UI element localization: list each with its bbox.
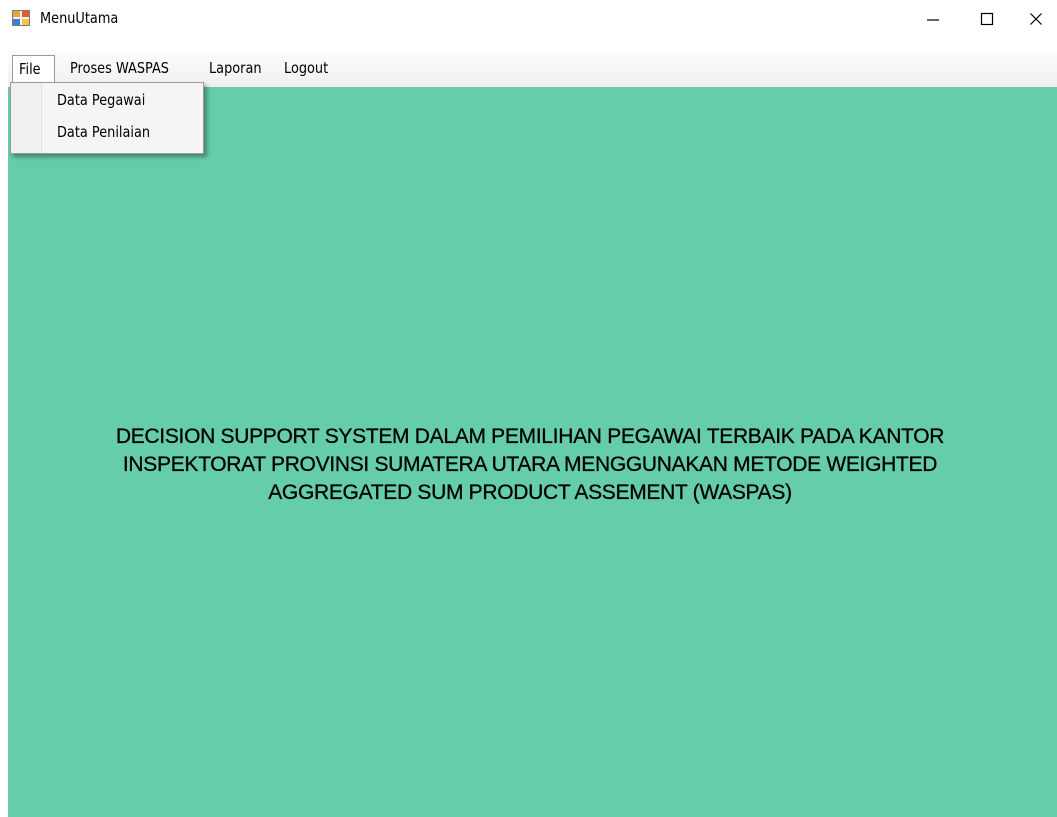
menu-logout[interactable]: Logout <box>278 55 341 83</box>
maximize-icon <box>980 12 994 26</box>
menu-item-data-penilaian[interactable]: Data Penilaian <box>57 123 150 141</box>
menu-laporan[interactable]: Laporan <box>203 55 276 83</box>
menu-file-label: File <box>19 60 41 78</box>
menu-proses-waspas[interactable]: Proses WASPAS <box>64 55 191 83</box>
file-dropdown-menu: Data Pegawai Data Penilaian <box>10 82 204 154</box>
menu-laporan-label: Laporan <box>209 59 262 77</box>
menu-proses-waspas-label: Proses WASPAS <box>70 59 169 77</box>
minimize-button[interactable] <box>910 0 956 38</box>
winforms-app-icon <box>12 10 30 26</box>
close-icon <box>1030 13 1042 25</box>
minimize-icon <box>927 19 939 21</box>
menu-item-data-pegawai[interactable]: Data Pegawai <box>57 91 145 109</box>
menu-logout-label: Logout <box>284 59 329 77</box>
title-bar[interactable]: MenuUtama <box>0 0 1057 38</box>
main-panel: DECISION SUPPORT SYSTEM DALAM PEMILIHAN … <box>8 87 1057 817</box>
close-button[interactable] <box>1013 0 1057 38</box>
window-title: MenuUtama <box>40 9 119 27</box>
menu-file[interactable]: File <box>12 55 55 83</box>
maximize-button[interactable] <box>964 0 1010 38</box>
dropdown-icon-gutter <box>11 83 42 153</box>
application-title: DECISION SUPPORT SYSTEM DALAM PEMILIHAN … <box>115 425 945 504</box>
main-window: MenuUtama File Proses WASPAS Laporan Log… <box>0 0 1057 817</box>
